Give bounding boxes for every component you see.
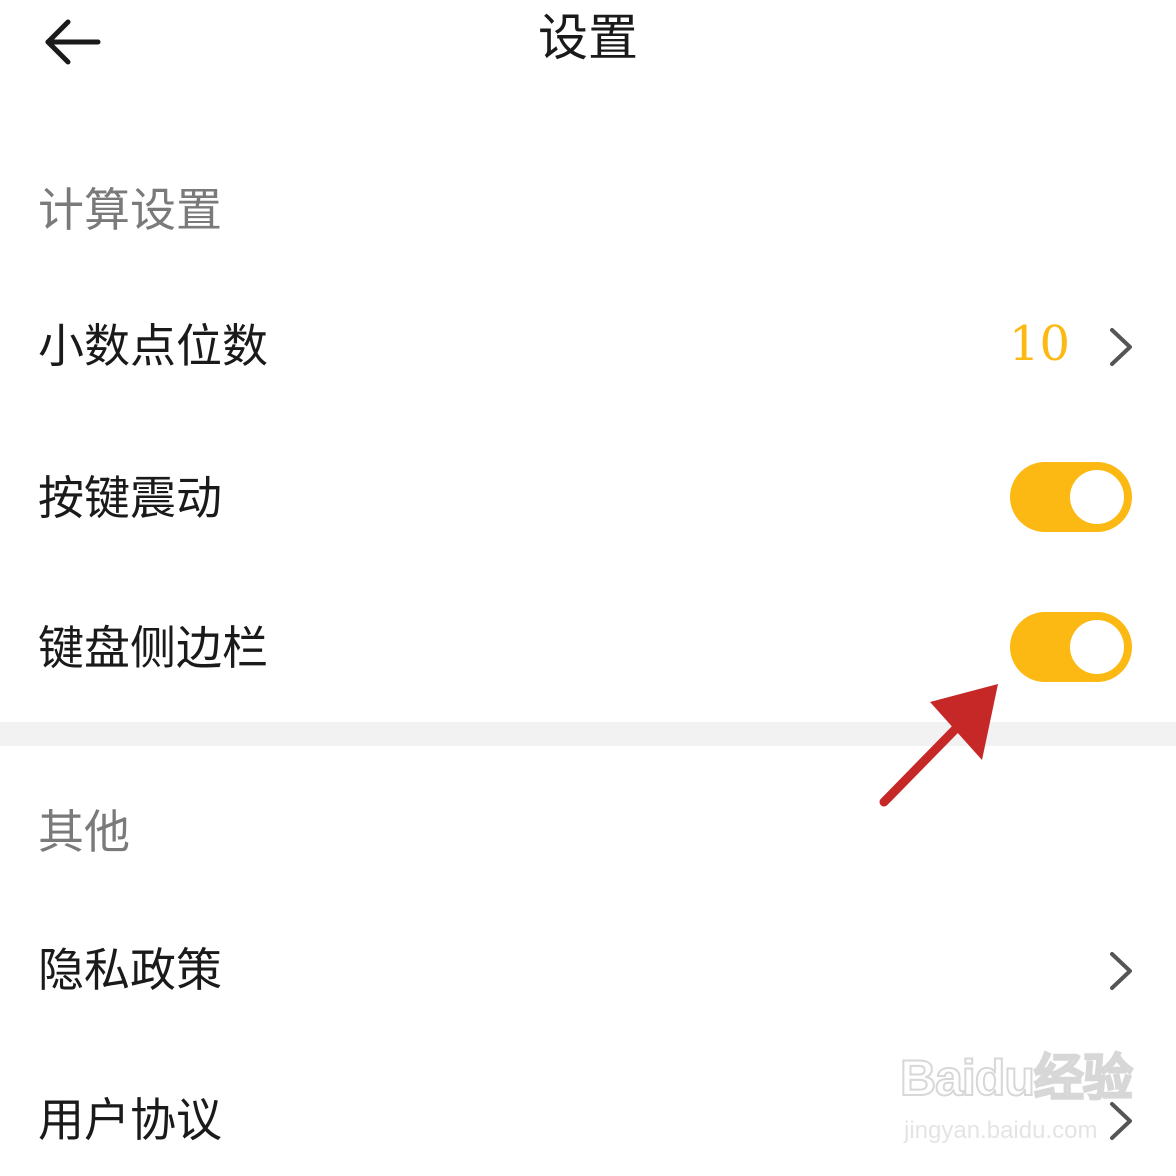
decimal-places-label: 小数点位数: [38, 319, 268, 373]
privacy-policy-row[interactable]: 隐私政策: [0, 904, 1176, 1034]
section-header-calc: 计算设置: [38, 183, 222, 237]
settings-screen: 设置 计算设置 小数点位数 10 按键震动 键盘侧边栏 其他 隐私政策 用户协议…: [0, 0, 1176, 1176]
section-divider: [0, 722, 1176, 746]
decimal-places-row[interactable]: 小数点位数 10: [0, 280, 1176, 410]
toggle-knob: [1070, 620, 1124, 674]
keyboard-sidebar-toggle[interactable]: [1010, 612, 1132, 682]
page-title: 设置: [538, 9, 638, 67]
privacy-policy-label: 隐私政策: [38, 943, 222, 997]
user-agreement-label: 用户协议: [38, 1093, 222, 1147]
keyboard-sidebar-label: 键盘侧边栏: [38, 621, 268, 675]
key-vibration-toggle[interactable]: [1010, 462, 1132, 532]
toggle-knob: [1070, 470, 1124, 524]
key-vibration-label: 按键震动: [38, 471, 222, 525]
key-vibration-row: 按键震动: [0, 432, 1176, 562]
keyboard-sidebar-row: 键盘侧边栏: [0, 582, 1176, 712]
chevron-right-icon: [1110, 952, 1132, 990]
user-agreement-row[interactable]: 用户协议: [0, 1054, 1176, 1176]
chevron-right-icon: [1110, 328, 1132, 366]
decimal-places-value: 10: [1008, 316, 1070, 372]
section-header-other: 其他: [38, 805, 130, 859]
header-bar: 设置: [0, 0, 1176, 90]
chevron-right-icon: [1110, 1102, 1132, 1140]
